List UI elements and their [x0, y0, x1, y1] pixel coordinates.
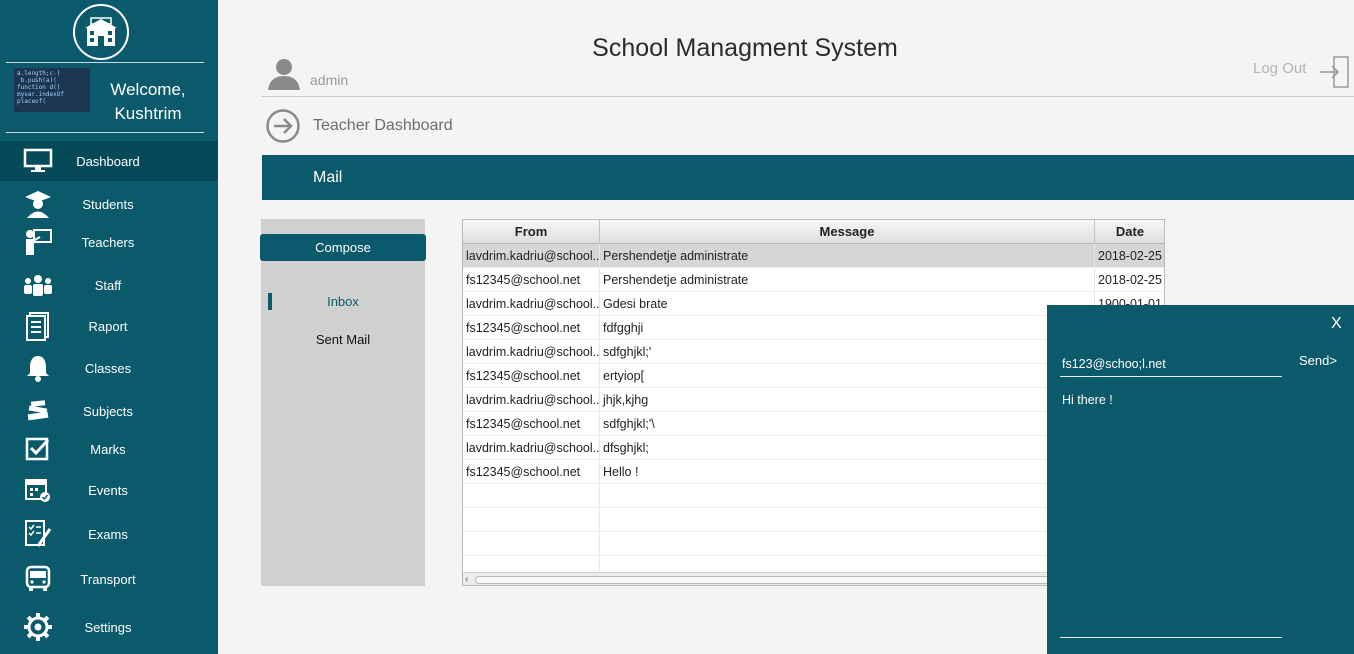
nav-item-inbox[interactable]: Inbox [261, 294, 425, 309]
arrow-right-circle-icon[interactable] [265, 108, 301, 149]
avatar-code-text: a.length;c-) b.push(a)( function d() myv… [17, 70, 64, 105]
compose-panel: X Send> Hi there ! [1047, 305, 1354, 654]
sidebar-item-exams[interactable]: Exams [0, 514, 218, 554]
sidebar-item-label: Exams [88, 526, 128, 542]
logout-button[interactable]: Log Out [1253, 60, 1306, 77]
sidebar-item-label: Settings [84, 619, 132, 635]
sidebar-item-label: Events [88, 482, 128, 498]
section-header: Mail [262, 155, 1354, 200]
sidebar-item-dashboard[interactable]: Dashboard [0, 141, 218, 181]
message-field[interactable]: Hi there ! [1060, 391, 1282, 638]
cell-from: lavdrim.kadriu@school... [463, 388, 600, 412]
cell-date: 2018-02-25 [1095, 244, 1164, 268]
sidebar-item-label: Classes [84, 360, 132, 376]
student-icon [22, 188, 54, 220]
report-icon [22, 310, 54, 342]
cell-from [463, 508, 600, 532]
header-divider [262, 96, 1354, 97]
recipient-field[interactable] [1060, 351, 1282, 377]
sidebar-item-label: Subjects [83, 403, 133, 419]
bell-icon [22, 352, 54, 384]
nav-item-sent-mail[interactable]: Sent Mail [261, 332, 425, 347]
user-name: admin [310, 72, 349, 88]
sidebar-item-label: Staff [94, 277, 122, 293]
cell-from [463, 484, 600, 508]
sidebar-item-marks[interactable]: Marks [0, 429, 218, 469]
gear-icon [22, 611, 54, 643]
cell-message: Hello ! [600, 460, 1095, 484]
sidebar-item-events[interactable]: Events [0, 470, 218, 510]
sidebar-item-teachers[interactable]: Teachers [0, 222, 218, 262]
avatar: a.length;c-) b.push(a)( function d() myv… [14, 68, 90, 112]
cell-message: sdfghjkl;' [600, 340, 1095, 364]
sidebar-item-students[interactable]: Students [0, 184, 218, 224]
sidebar-item-label: Transport [80, 571, 136, 587]
sidebar: a.length;c-) b.push(a)( function d() myv… [0, 0, 218, 654]
cell-message: dfsghjkl; [600, 436, 1095, 460]
app-title: School Managment System [592, 34, 898, 62]
cell-message [600, 508, 1095, 532]
dashboard-title: Teacher Dashboard [313, 117, 453, 134]
cell-from: fs12345@school.net [463, 364, 600, 388]
sidebar-item-label: Marks [90, 441, 126, 457]
table-row[interactable]: fs12345@school.net Pershendetje administr… [463, 268, 1164, 292]
cell-from: fs12345@school.net [463, 412, 600, 436]
books-icon [22, 395, 54, 427]
user-icon [266, 56, 302, 97]
school-logo-icon [73, 4, 129, 60]
scroll-left-icon[interactable]: ‹ [465, 574, 468, 585]
cell-message: Gdesi brate [600, 292, 1095, 316]
cell-message [600, 532, 1095, 556]
cell-message: fdfgghji [600, 316, 1095, 340]
compose-button[interactable]: Compose [260, 234, 426, 261]
mail-nav-panel: Compose Inbox Sent Mail [260, 219, 426, 586]
logout-icon[interactable] [1318, 55, 1352, 94]
sidebar-item-label: Dashboard [76, 153, 140, 169]
sidebar-item-subjects[interactable]: Subjects [0, 391, 218, 431]
column-header-from[interactable]: From [463, 220, 600, 244]
monitor-icon [22, 145, 54, 177]
cell-from: fs12345@school.net [463, 268, 600, 292]
bus-icon [22, 563, 54, 595]
divider [6, 62, 204, 63]
close-button[interactable]: X [1331, 315, 1342, 333]
cell-message [600, 484, 1095, 508]
column-header-date[interactable]: Date [1095, 220, 1164, 244]
sidebar-item-label: Raport [88, 318, 128, 334]
column-header-message[interactable]: Message [600, 220, 1095, 244]
cell-from [463, 532, 600, 556]
cell-from: lavdrim.kadriu@school... [463, 340, 600, 364]
sidebar-item-raport[interactable]: Raport [0, 306, 218, 346]
cell-message: jhjk,kjhg [600, 388, 1095, 412]
send-button[interactable]: Send> [1299, 353, 1337, 368]
sidebar-item-classes[interactable]: Classes [0, 348, 218, 388]
cell-message: ertyiop[ [600, 364, 1095, 388]
welcome-text: Welcome, Kushtrim [110, 80, 186, 123]
cell-message: Pershendetje administrate [600, 268, 1095, 292]
cell-from: fs12345@school.net [463, 460, 600, 484]
teacher-icon [22, 226, 54, 258]
calendar-icon [22, 474, 54, 506]
sidebar-item-label: Students [82, 196, 134, 212]
table-header: From Message Date [463, 220, 1164, 244]
scrollbar-thumb[interactable] [475, 576, 1095, 584]
cell-from: fs12345@school.net [463, 316, 600, 340]
section-title: Mail [313, 169, 343, 186]
sidebar-item-settings[interactable]: Settings [0, 607, 218, 647]
sidebar-item-transport[interactable]: Transport [0, 559, 218, 599]
cell-date: 2018-02-25 [1095, 268, 1164, 292]
cell-message: Pershendetje administrate [600, 244, 1095, 268]
checkbox-icon [22, 433, 54, 465]
staff-icon [22, 269, 54, 301]
divider [6, 132, 204, 133]
table-row[interactable]: lavdrim.kadriu@school... Pershendetje adm… [463, 244, 1164, 268]
sidebar-item-staff[interactable]: Staff [0, 265, 218, 305]
cell-from: lavdrim.kadriu@school... [463, 244, 600, 268]
cell-from: lavdrim.kadriu@school... [463, 436, 600, 460]
sidebar-item-label: Teachers [81, 234, 135, 250]
exam-icon [22, 518, 54, 550]
cell-message: sdfghjkl;'\ [600, 412, 1095, 436]
cell-from: lavdrim.kadriu@school... [463, 292, 600, 316]
